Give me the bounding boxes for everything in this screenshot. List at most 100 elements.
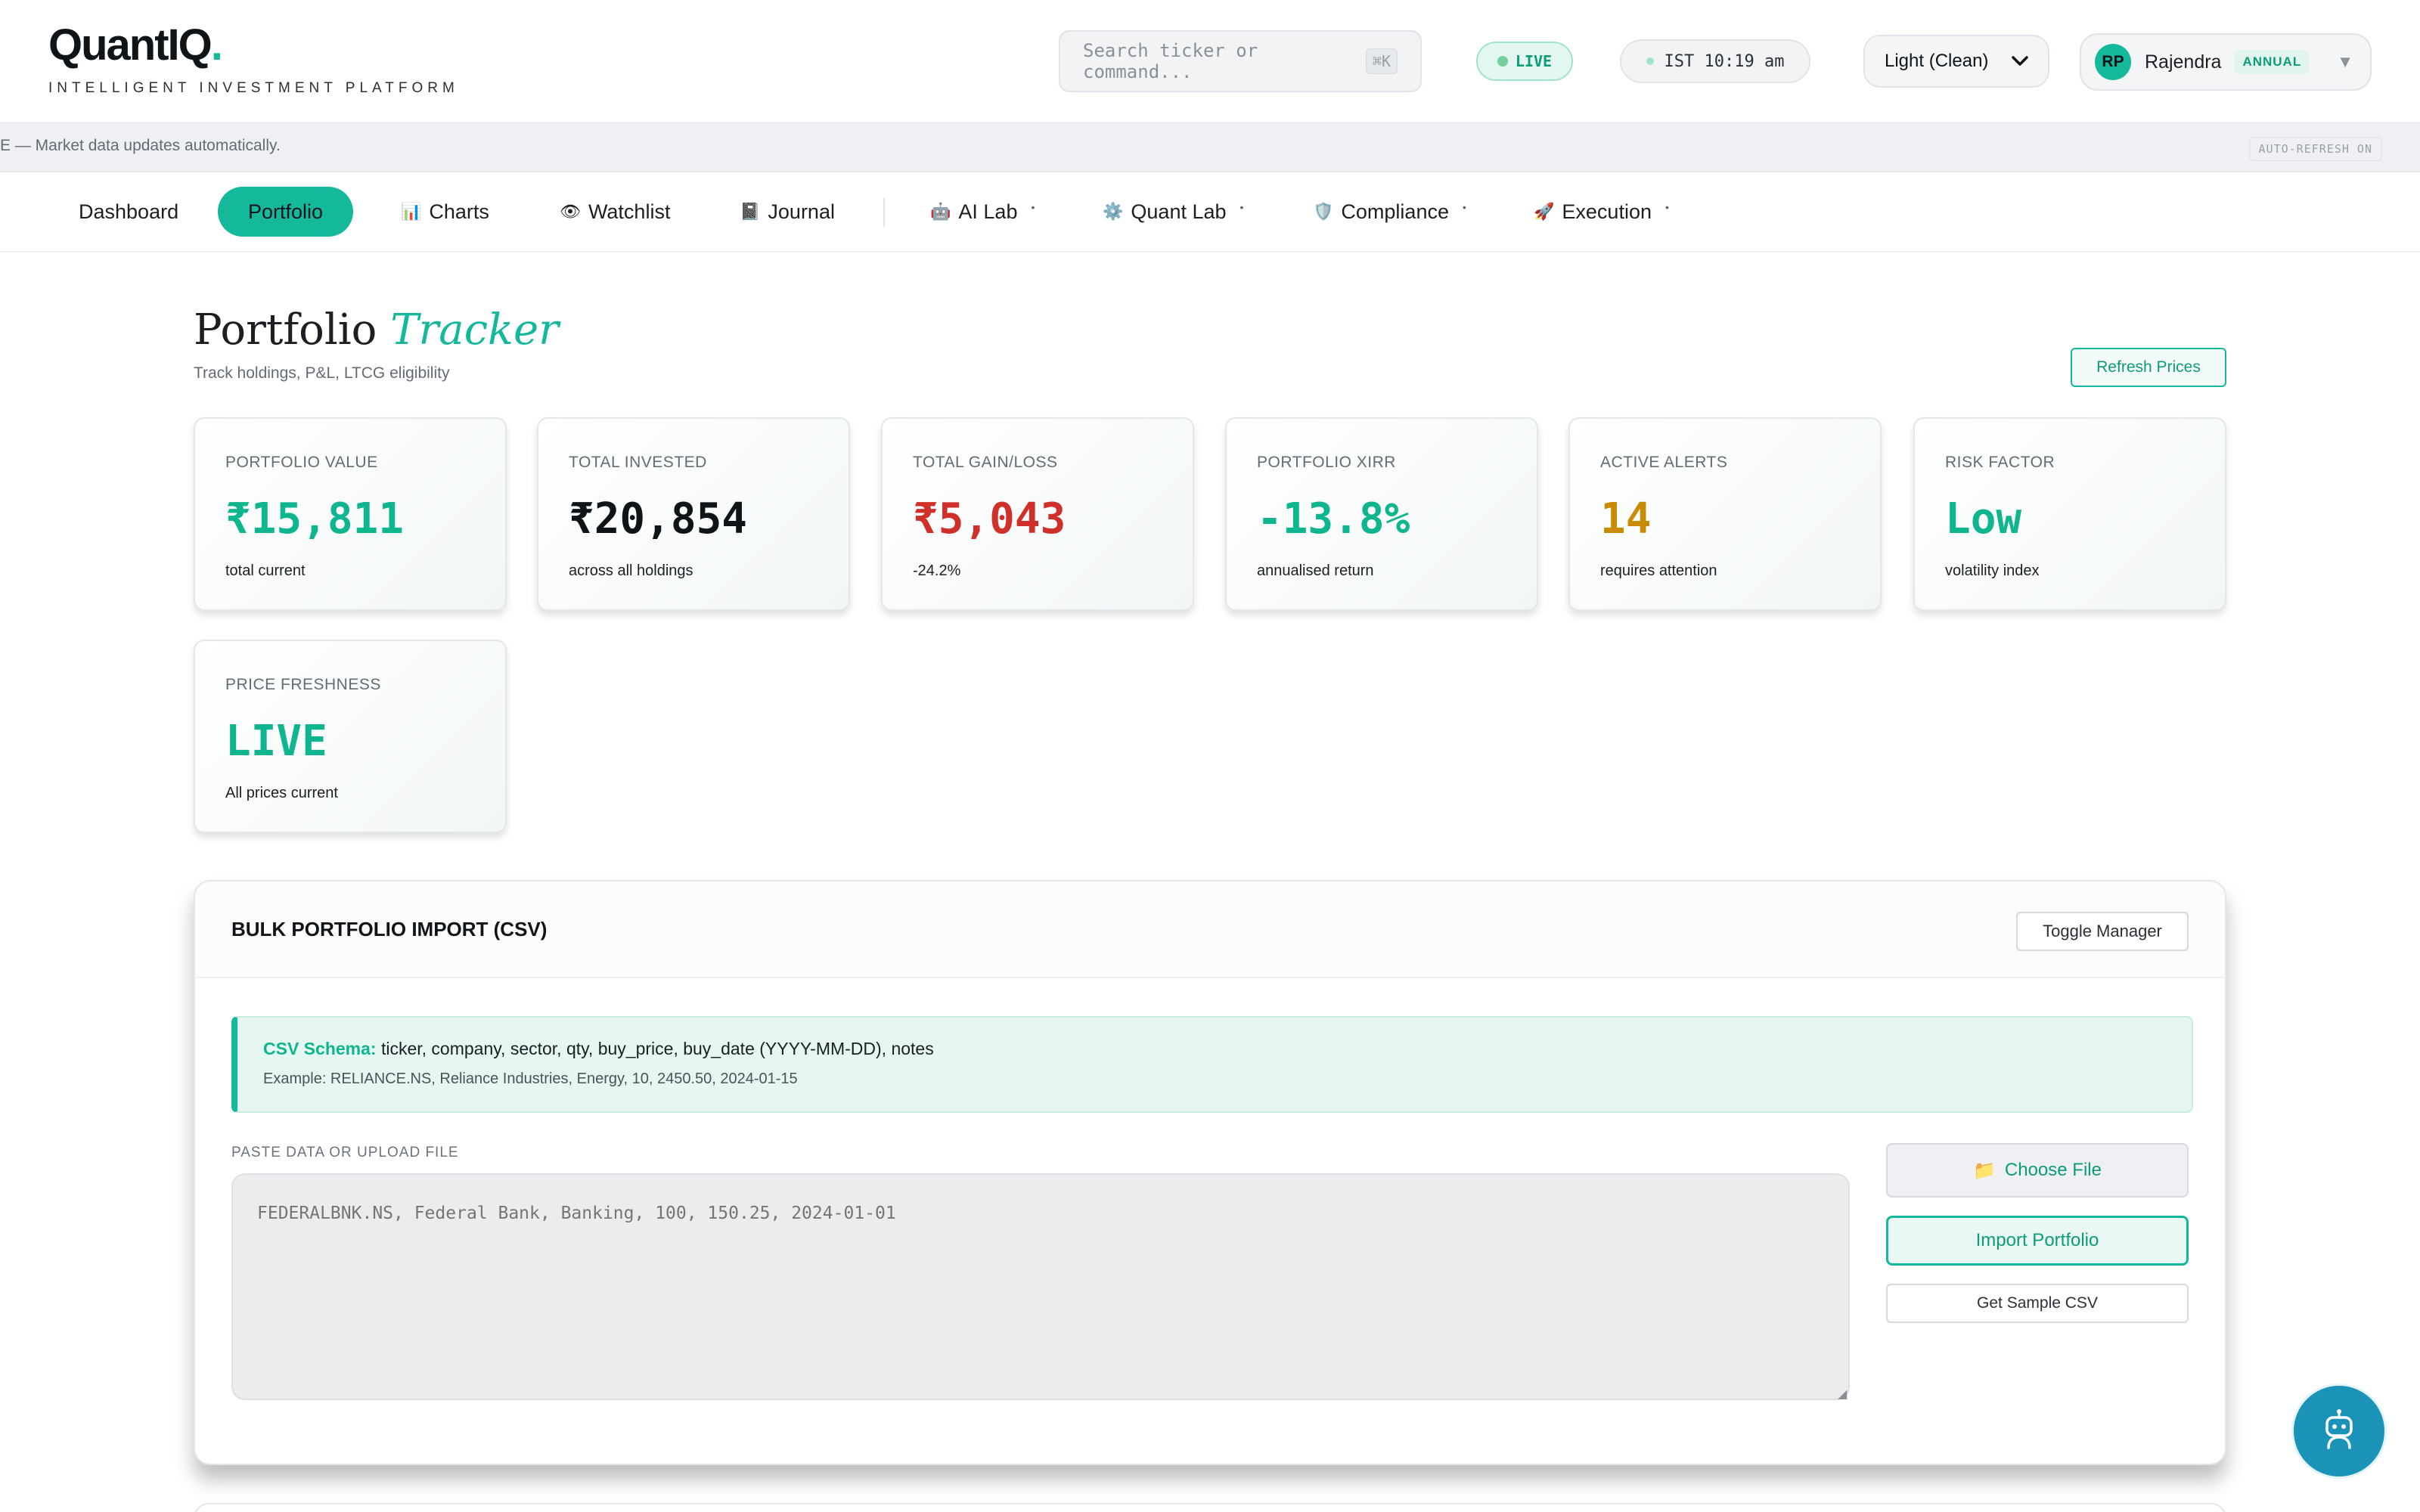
eye-icon: 👁 (560, 202, 581, 221)
market-ticker-bar: E — Market data updates automatically. A… (0, 122, 2420, 172)
page-title: Portfolio Tracker (194, 305, 559, 355)
paste-data-label: PASTE DATA OR UPLOAD FILE (231, 1145, 459, 1160)
tab-charts[interactable]: 📊 Charts (395, 187, 495, 237)
csv-schema-callout: CSV Schema: ticker, company, sector, qty… (231, 1016, 2193, 1113)
toggle-manager-button[interactable]: Toggle Manager (2016, 912, 2189, 951)
metric-subtext: -24.2% (913, 562, 961, 579)
brand-name: QuantIQ (48, 20, 213, 70)
metric-value: LIVE (225, 717, 327, 766)
brand-tagline: INTELLIGENT INVESTMENT PLATFORM (48, 80, 459, 96)
metric-label: PORTFOLIO XIRR (1257, 454, 1396, 471)
metric-label: ACTIVE ALERTS (1600, 454, 1728, 471)
dropdown-dot-icon: • (1665, 201, 1669, 213)
chevron-down-icon (2012, 51, 2028, 71)
page-subtitle: Track holdings, P&L, LTCG eligibility (194, 364, 450, 382)
tab-execution[interactable]: 🚀 Execution • (1528, 187, 1675, 237)
gear-icon: ⚙️ (1103, 202, 1124, 221)
brand-logo[interactable]: QuantIQ. (48, 20, 223, 70)
metric-card-price-freshness: PRICE FRESHNESS LIVE All prices current (194, 640, 507, 833)
metric-value: 14 (1600, 494, 1652, 544)
metric-card-portfolio-xirr: PORTFOLIO XIRR -13.8% annualised return (1225, 417, 1538, 611)
notebook-icon: 📓 (740, 202, 761, 221)
plan-badge: ANNUAL (2235, 50, 2310, 74)
metric-subtext: All prices current (225, 785, 338, 801)
resize-grip-icon[interactable]: ◢ (1838, 1387, 1847, 1402)
ai-assistant-button[interactable] (2291, 1383, 2387, 1479)
caret-down-icon: ▼ (2337, 52, 2353, 71)
tab-quant-lab[interactable]: ⚙️ Quant Lab • (1097, 187, 1249, 237)
import-portfolio-button[interactable]: Import Portfolio (1886, 1216, 2189, 1266)
fab-inner (2294, 1386, 2384, 1476)
metric-subtext: requires attention (1600, 562, 1717, 579)
ticker-message: E — Market data updates automatically. (0, 137, 281, 154)
chart-icon: 📊 (401, 202, 422, 221)
bulk-import-panel: BULK PORTFOLIO IMPORT (CSV) Toggle Manag… (194, 880, 2226, 1465)
live-status-badge: LIVE (1476, 42, 1573, 81)
schema-example: Example: RELIANCE.NS, Reliance Industrie… (263, 1070, 798, 1087)
theme-select[interactable]: Light (Clean) (1863, 35, 2049, 88)
metric-card-risk-factor: RISK FACTOR Low volatility index (1913, 417, 2226, 611)
csv-data-textarea[interactable] (231, 1173, 1850, 1400)
tab-journal[interactable]: 📓 Journal (734, 187, 841, 237)
tab-label: Compliance (1341, 200, 1449, 223)
metric-label: RISK FACTOR (1945, 454, 2055, 471)
search-shortcut-hint: ⌘K (1365, 48, 1398, 74)
get-sample-csv-button[interactable]: Get Sample CSV (1886, 1284, 2189, 1323)
clock-text: IST 10:19 am (1664, 51, 1785, 71)
live-status-label: LIVE (1515, 52, 1553, 70)
top-header: QuantIQ. INTELLIGENT INVESTMENT PLATFORM… (0, 0, 2420, 122)
theme-selected-value: Light (Clean) (1885, 51, 1989, 71)
search-input[interactable]: Search ticker or command... ⌘K (1059, 30, 1422, 92)
metric-value: ₹5,043 (913, 494, 1066, 544)
metric-subtext: annualised return (1257, 562, 1374, 579)
tab-label: Quant Lab (1131, 200, 1227, 223)
tab-dashboard[interactable]: Dashboard (73, 187, 185, 237)
avatar: RP (2095, 44, 2131, 80)
tab-label: Watchlist (588, 200, 671, 223)
folder-icon: 📁 (1973, 1160, 1996, 1181)
clock-dot-icon (1646, 57, 1654, 65)
nav-divider (883, 198, 885, 227)
metric-card-portfolio-value: PORTFOLIO VALUE ₹15,811 total current (194, 417, 507, 611)
tab-compliance[interactable]: 🛡️ Compliance • (1307, 187, 1472, 237)
metric-value: -13.8% (1257, 494, 1410, 544)
metric-subtext: volatility index (1945, 562, 2040, 579)
search-placeholder: Search ticker or command... (1083, 40, 1258, 82)
metric-card-total-invested: TOTAL INVESTED ₹20,854 across all holdin… (537, 417, 850, 611)
tab-label: Charts (429, 200, 489, 223)
schema-key: CSV Schema: (263, 1039, 377, 1058)
tab-label: Dashboard (79, 200, 179, 223)
page-title-accent: Tracker (390, 305, 559, 355)
robot-icon (2318, 1408, 2360, 1455)
live-dot-icon (1497, 56, 1508, 67)
metric-subtext: total current (225, 562, 306, 579)
tab-watchlist[interactable]: 👁 Watchlist (554, 187, 676, 237)
dropdown-dot-icon: • (1239, 201, 1244, 213)
metric-label: TOTAL INVESTED (569, 454, 707, 471)
dropdown-dot-icon: • (1031, 201, 1035, 213)
user-menu-button[interactable]: RP Rajendra ANNUAL ▼ (2080, 33, 2372, 91)
tab-ai-lab[interactable]: 🤖 AI Lab • (924, 187, 1041, 237)
metric-label: PORTFOLIO VALUE (225, 454, 378, 471)
metric-label: PRICE FRESHNESS (225, 676, 381, 693)
page-title-main: Portfolio (194, 305, 377, 355)
metric-value: ₹15,811 (225, 494, 405, 544)
metric-value: Low (1945, 494, 2022, 544)
schema-fields-line: CSV Schema: ticker, company, sector, qty… (263, 1039, 934, 1059)
metric-value: ₹20,854 (569, 494, 748, 544)
metric-card-active-alerts: ACTIVE ALERTS 14 requires attention (1568, 417, 1882, 611)
auto-refresh-badge[interactable]: AUTO-REFRESH ON (2248, 137, 2382, 161)
refresh-prices-button[interactable]: Refresh Prices (2071, 348, 2226, 387)
panel-header: BULK PORTFOLIO IMPORT (CSV) Toggle Manag… (195, 881, 2225, 978)
tab-label: Execution (1562, 200, 1652, 223)
tab-label: Portfolio (248, 200, 324, 223)
brand-dot: . (210, 20, 223, 70)
dropdown-dot-icon: • (1462, 201, 1466, 213)
tab-label: AI Lab (958, 200, 1018, 223)
tab-label: Journal (768, 200, 835, 223)
tab-portfolio[interactable]: Portfolio (218, 187, 354, 237)
rocket-icon: 🚀 (1534, 202, 1555, 221)
choose-file-label: Choose File (2004, 1160, 2102, 1180)
choose-file-button[interactable]: 📁 Choose File (1886, 1143, 2189, 1198)
metric-card-total-gain-loss: TOTAL GAIN/LOSS ₹5,043 -24.2% (881, 417, 1194, 611)
